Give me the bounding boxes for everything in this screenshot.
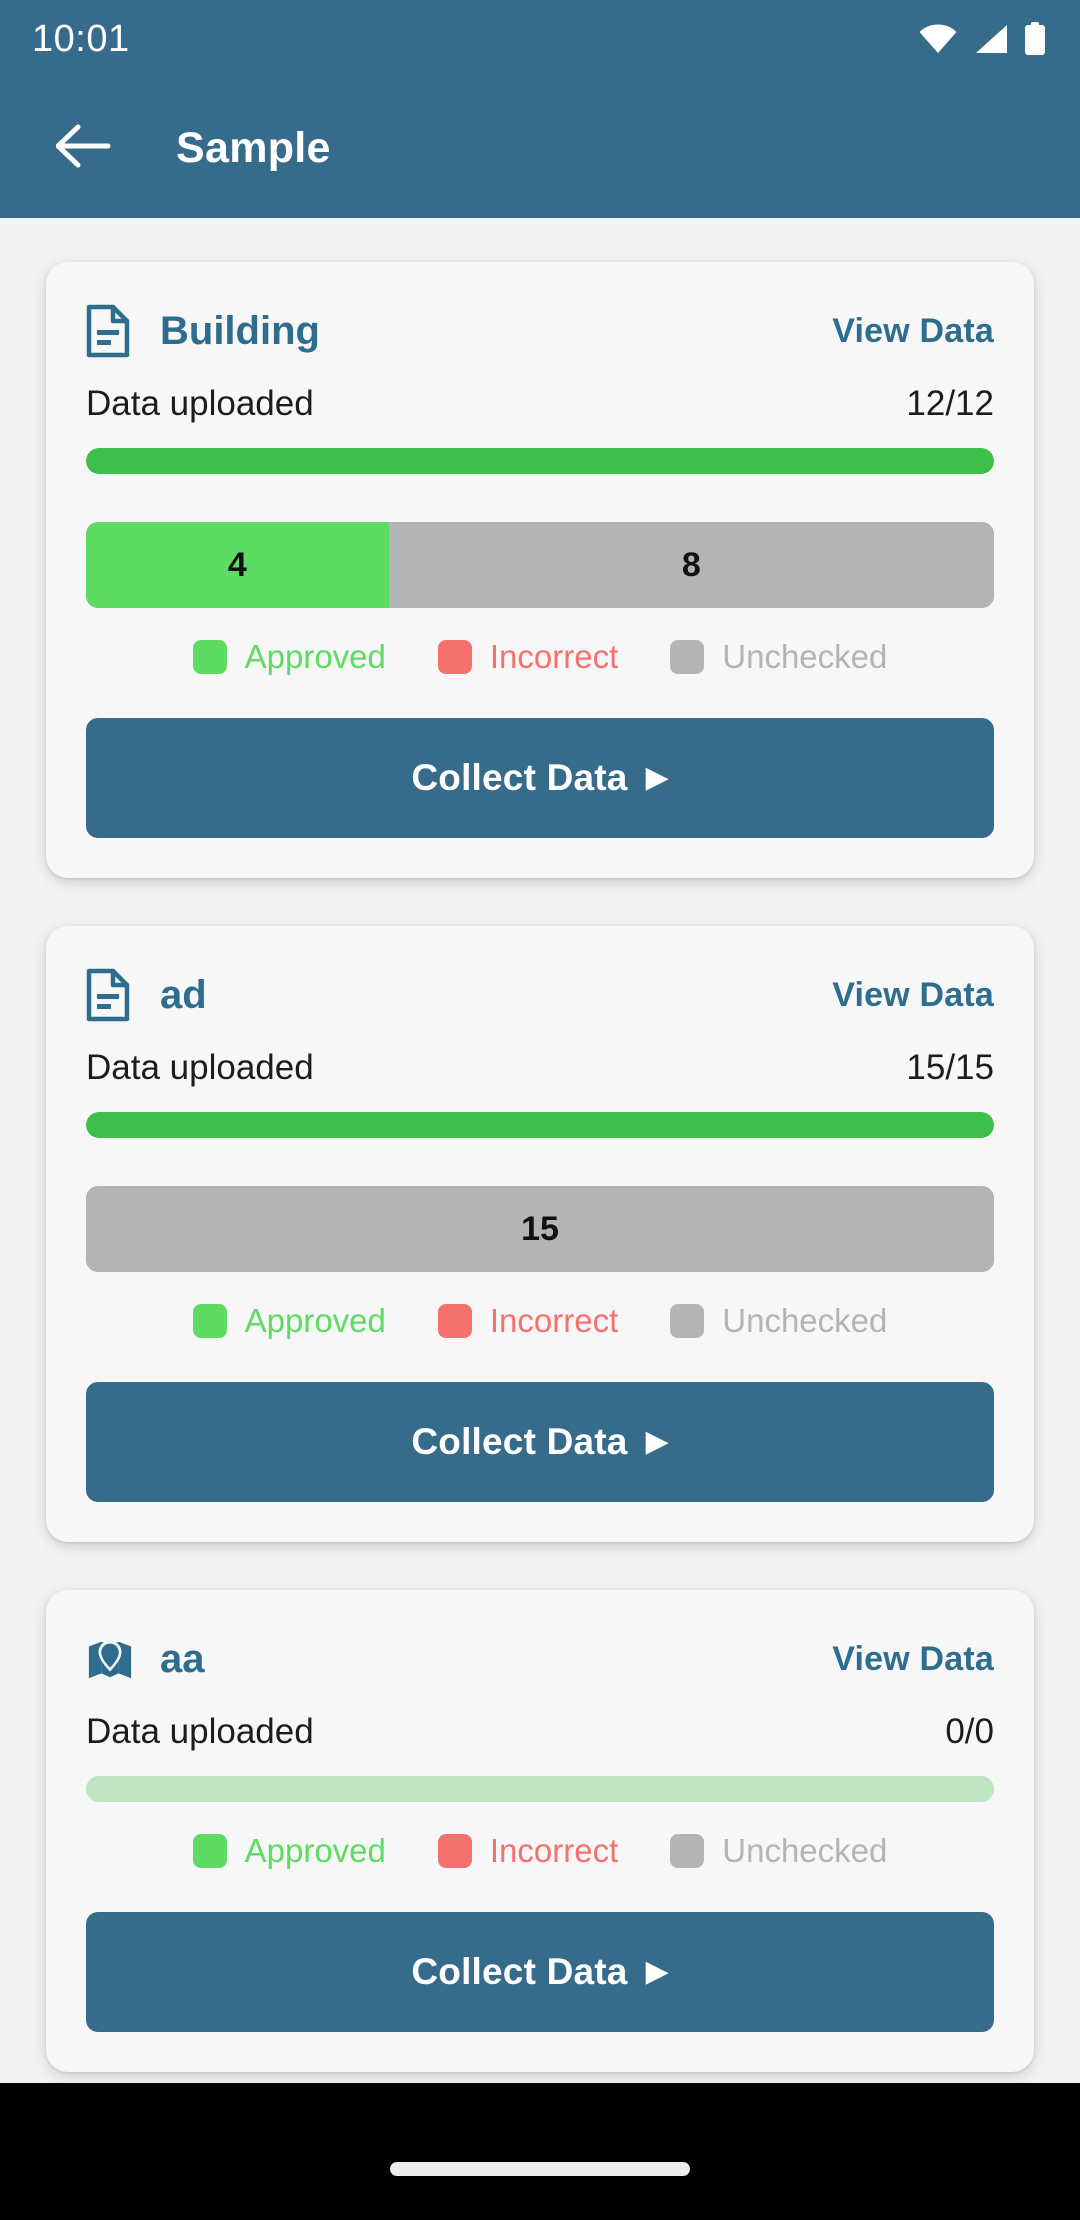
status-segment-unchecked: 8 (388, 522, 994, 608)
uploaded-count: 0/0 (945, 1712, 994, 1751)
legend-label-approved: Approved (244, 1832, 386, 1869)
view-data-link[interactable]: View Data (832, 976, 994, 1015)
document-icon (86, 968, 134, 1022)
home-indicator[interactable] (390, 2161, 690, 2176)
phone-screen: 10:01 Sample Building View Data Data upl… (0, 0, 1080, 2220)
legend: Approved Incorrect Unchecked (86, 638, 994, 676)
legend-item-approved: Approved (192, 1302, 386, 1340)
legend-label-unchecked: Unchecked (722, 1302, 888, 1339)
upload-progress-bar (86, 1112, 994, 1138)
legend-item-unchecked: Unchecked (670, 1302, 887, 1340)
legend-swatch-unchecked (670, 640, 705, 674)
status-segment-unchecked: 15 (86, 1186, 994, 1272)
form-card[interactable]: ad View Data Data uploaded 15/15 15 Appr… (46, 926, 1034, 1542)
upload-progress-fill (86, 448, 994, 474)
upload-status-row: Data uploaded 0/0 (86, 1712, 994, 1752)
uploaded-count: 15/15 (906, 1048, 994, 1087)
legend-swatch-incorrect (437, 1304, 472, 1338)
card-header: aa View Data (86, 1628, 994, 1690)
cards-scroll-container[interactable]: Building View Data Data uploaded 12/12 4… (0, 218, 1080, 2083)
legend-item-approved: Approved (192, 1832, 386, 1870)
card-header: ad View Data (86, 964, 994, 1026)
map-pin-icon (86, 1632, 134, 1686)
legend-swatch-incorrect (437, 640, 472, 674)
upload-progress-fill (86, 1112, 994, 1138)
system-navigation-bar (0, 2083, 1080, 2220)
wifi-icon (918, 24, 958, 54)
uploaded-label: Data uploaded (86, 384, 314, 423)
legend-item-unchecked: Unchecked (670, 1832, 887, 1870)
back-arrow-icon (55, 123, 112, 174)
card-title: ad (160, 972, 207, 1017)
status-bar-clock: 10:01 (32, 18, 130, 60)
status-segment-bar: 48 (86, 522, 994, 608)
legend-item-unchecked: Unchecked (670, 638, 887, 676)
legend-swatch-approved (192, 1834, 227, 1868)
collect-data-button[interactable]: Collect Data ▶ (86, 718, 994, 838)
collect-data-label: Collect Data (411, 1951, 628, 1992)
legend: Approved Incorrect Unchecked (86, 1302, 994, 1340)
legend-label-unchecked: Unchecked (722, 638, 888, 675)
legend-label-approved: Approved (244, 1302, 386, 1339)
legend-swatch-unchecked (670, 1304, 705, 1338)
upload-progress-bar (86, 1776, 994, 1802)
page-title: Sample (176, 123, 331, 172)
card-header: Building View Data (86, 300, 994, 362)
legend-swatch-approved (192, 1304, 227, 1338)
uploaded-count: 12/12 (906, 384, 994, 423)
legend-label-incorrect: Incorrect (489, 1832, 619, 1869)
legend-swatch-incorrect (437, 1834, 472, 1868)
cellular-signal-icon (974, 24, 1008, 54)
view-data-link[interactable]: View Data (832, 312, 994, 351)
collect-data-button[interactable]: Collect Data ▶ (86, 1382, 994, 1502)
collect-data-label: Collect Data (411, 757, 628, 798)
uploaded-label: Data uploaded (86, 1048, 314, 1087)
status-segment-bar: 15 (86, 1186, 994, 1272)
legend-item-incorrect: Incorrect (437, 1832, 619, 1870)
play-caret-icon: ▶ (645, 1955, 669, 1988)
play-caret-icon: ▶ (645, 761, 669, 794)
play-caret-icon: ▶ (645, 1425, 669, 1458)
legend-label-incorrect: Incorrect (489, 1302, 619, 1339)
collect-data-button[interactable]: Collect Data ▶ (86, 1912, 994, 2032)
legend-swatch-approved (192, 640, 227, 674)
legend-label-approved: Approved (244, 638, 386, 675)
legend-label-incorrect: Incorrect (489, 638, 619, 675)
upload-status-row: Data uploaded 15/15 (86, 1048, 994, 1088)
legend-label-unchecked: Unchecked (722, 1832, 888, 1869)
upload-progress-bar (86, 448, 994, 474)
legend-item-incorrect: Incorrect (437, 1302, 619, 1340)
legend-item-incorrect: Incorrect (437, 638, 619, 676)
uploaded-label: Data uploaded (86, 1712, 314, 1751)
collect-data-label: Collect Data (411, 1421, 628, 1462)
form-card[interactable]: Building View Data Data uploaded 12/12 4… (46, 262, 1034, 878)
card-title: Building (160, 308, 320, 353)
legend: Approved Incorrect Unchecked (86, 1832, 994, 1870)
upload-status-row: Data uploaded 12/12 (86, 384, 994, 424)
legend-item-approved: Approved (192, 638, 386, 676)
app-bar: Sample (0, 78, 1080, 218)
card-title: aa (160, 1636, 205, 1681)
status-bar-icons (918, 22, 1046, 56)
status-bar: 10:01 (0, 0, 1080, 78)
view-data-link[interactable]: View Data (832, 1640, 994, 1679)
form-card[interactable]: aa View Data Data uploaded 0/0 Approved … (46, 1590, 1034, 2072)
back-button[interactable] (48, 112, 120, 184)
battery-icon (1024, 22, 1046, 56)
document-icon (86, 304, 134, 358)
status-segment-approved: 4 (86, 522, 389, 608)
legend-swatch-unchecked (670, 1834, 705, 1868)
